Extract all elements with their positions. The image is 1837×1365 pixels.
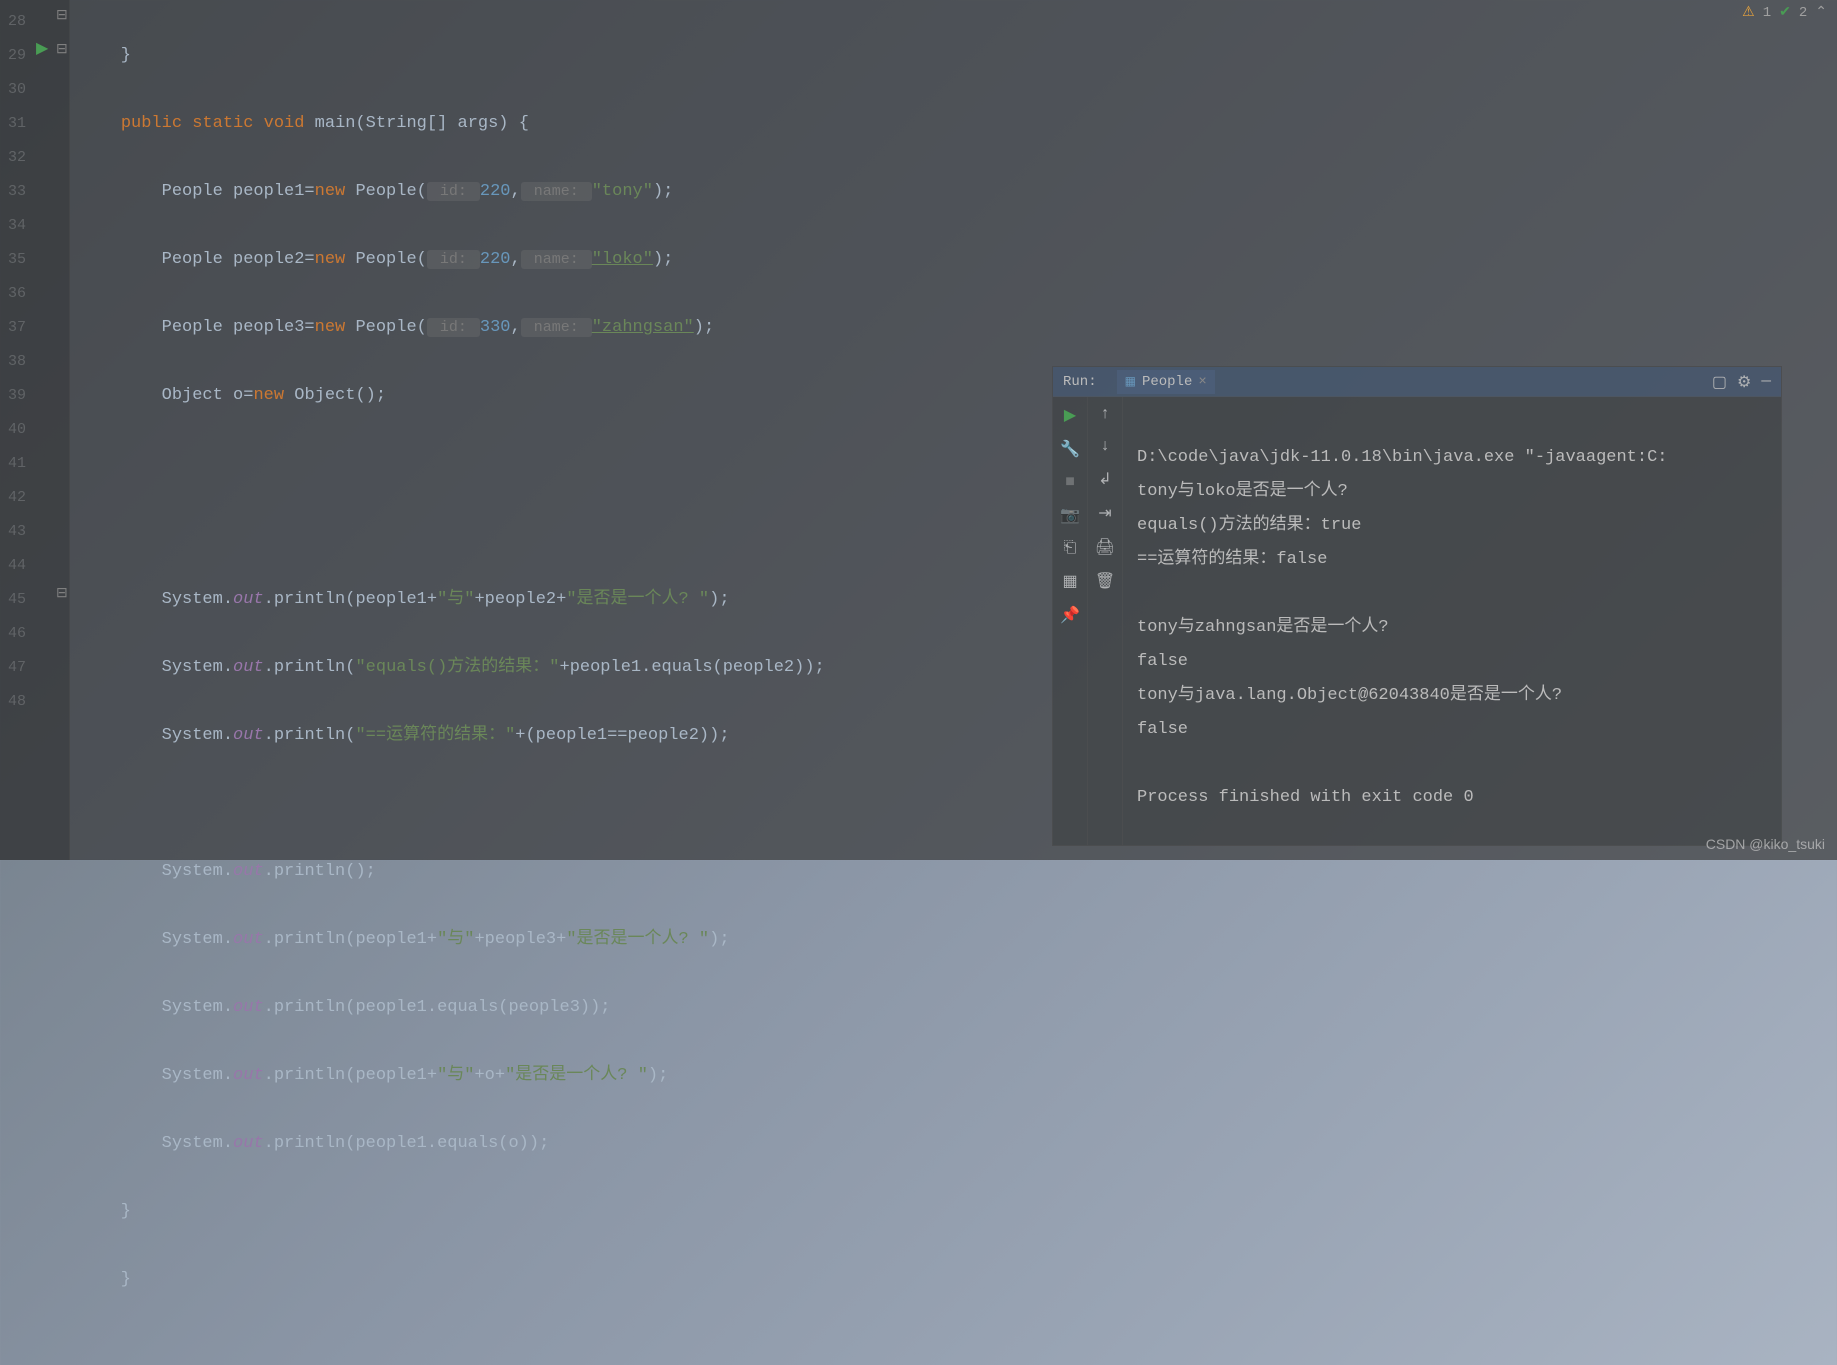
line-number: 30 (0, 73, 30, 107)
typo-count: 2 (1799, 5, 1807, 21)
wrench-icon[interactable]: 🔧 (1060, 439, 1080, 459)
trash-icon[interactable]: 🗑 (1095, 571, 1115, 591)
output-line: tony与java.lang.Object@62043840是否是一个人? (1137, 686, 1562, 705)
code-line (80, 787, 825, 821)
code-line: public static void main(String[] args) { (80, 107, 825, 141)
line-number: 38 (0, 345, 30, 379)
fold-icon[interactable]: ⊟ (56, 41, 68, 58)
stop-icon[interactable]: ■ (1065, 473, 1075, 491)
output-line: false (1137, 720, 1188, 739)
output-line: D:\code\java\jdk-11.0.18\bin\java.exe "-… (1137, 448, 1668, 467)
close-tab-icon[interactable]: × (1198, 374, 1206, 390)
code-line: People people2=new People( id: 220, name… (80, 243, 825, 277)
up-icon[interactable]: ↑ (1100, 405, 1110, 423)
output-line: tony与zahngsan是否是一个人? (1137, 618, 1389, 637)
line-number: 36 (0, 277, 30, 311)
soft-wrap-icon[interactable]: ↲ (1098, 469, 1111, 489)
chevron-up-icon[interactable]: ⌃ (1815, 4, 1827, 21)
code-line: System.out.println(people1+"与"+people2+"… (80, 583, 825, 617)
code-line: } (80, 1263, 825, 1297)
camera-icon[interactable]: 📷 (1060, 505, 1080, 525)
gear-icon[interactable]: ⚙ (1737, 372, 1751, 392)
line-number: 31 (0, 107, 30, 141)
code-line: System.out.println(people1.equals(o)); (80, 1127, 825, 1161)
code-editor[interactable]: } public static void main(String[] args)… (80, 5, 825, 1365)
console-output[interactable]: D:\code\java\jdk-11.0.18\bin\java.exe "-… (1123, 397, 1781, 845)
warning-count: 1 (1763, 5, 1771, 21)
run-panel: Run: ▦ People × ▢ ⚙ — ▶ 🔧 ■ 📷 ⎗ ▦ 📌 (1052, 366, 1782, 846)
run-gutter-icon[interactable]: ▶ (36, 38, 48, 58)
line-number: 34 (0, 209, 30, 243)
typo-icon: ✔ (1779, 4, 1791, 21)
layout-settings-icon[interactable]: ▦ (1062, 571, 1077, 591)
code-line: System.out.println(people1+"与"+people3+"… (80, 923, 825, 957)
line-number: 41 (0, 447, 30, 481)
line-number: 42 (0, 481, 30, 515)
code-line: System.out.println(people1.equals(people… (80, 991, 825, 1025)
line-number: 29 (0, 39, 30, 73)
print-icon[interactable]: 🖨 (1095, 537, 1115, 557)
pin-icon[interactable]: 📌 (1060, 605, 1080, 625)
scroll-end-icon[interactable]: ⇥ (1098, 503, 1111, 523)
line-number: 40 (0, 413, 30, 447)
code-line (80, 515, 825, 549)
line-number: 46 (0, 617, 30, 651)
application-icon: ▦ (1125, 374, 1136, 389)
line-number: 44 (0, 549, 30, 583)
code-line: Object o=new Object(); (80, 379, 825, 413)
code-line: People people1=new People( id: 220, name… (80, 175, 825, 209)
line-number: 39 (0, 379, 30, 413)
code-line: } (80, 39, 825, 73)
run-label: Run: (1063, 374, 1097, 390)
code-line (80, 447, 825, 481)
line-number: 33 (0, 175, 30, 209)
code-line: } (80, 1195, 825, 1229)
minimize-icon[interactable]: — (1761, 372, 1771, 392)
output-line: false (1137, 652, 1188, 671)
run-tab-name: People (1142, 374, 1192, 390)
output-line: Process finished with exit code 0 (1137, 788, 1474, 807)
fold-icon[interactable]: ⊟ (56, 7, 68, 24)
run-body: ▶ 🔧 ■ 📷 ⎗ ▦ 📌 ↑ ↓ ↲ ⇥ 🖨 🗑 D:\code\java\j… (1053, 397, 1781, 845)
warning-icon: ⚠ (1742, 4, 1755, 21)
code-line: System.out.println("equals()方法的结果："+peop… (80, 651, 825, 685)
code-line: System.out.println("==运算符的结果："+(people1=… (80, 719, 825, 753)
line-number: 47 (0, 651, 30, 685)
line-number: 43 (0, 515, 30, 549)
fold-icon[interactable]: ⊟ (56, 585, 68, 602)
line-number: 45 (0, 583, 30, 617)
line-number: 35 (0, 243, 30, 277)
run-tab[interactable]: ▦ People × (1117, 370, 1215, 394)
exit-icon[interactable]: ⎗ (1064, 539, 1077, 557)
inspection-status[interactable]: ⚠ 1 ✔ 2 ⌃ (1742, 4, 1827, 21)
code-line: System.out.println(people1+"与"+o+"是否是一个人… (80, 1059, 825, 1093)
output-line: ==运算符的结果：false (1137, 550, 1327, 569)
rerun-icon[interactable]: ▶ (1064, 405, 1076, 425)
run-toolbar-primary: ▶ 🔧 ■ 📷 ⎗ ▦ 📌 (1053, 397, 1088, 845)
run-header: Run: ▦ People × ▢ ⚙ — (1053, 367, 1781, 397)
code-line: System.out.println(); (80, 855, 825, 889)
layout-icon[interactable]: ▢ (1712, 372, 1727, 392)
watermark: CSDN @kiko_tsuki (1706, 836, 1825, 852)
run-toolbar-secondary: ↑ ↓ ↲ ⇥ 🖨 🗑 (1088, 397, 1123, 845)
gutter: 28 29 30 31 32 33 34 35 36 37 38 39 40 4… (0, 0, 70, 860)
line-numbers: 28 29 30 31 32 33 34 35 36 37 38 39 40 4… (0, 0, 30, 719)
output-line: equals()方法的结果：true (1137, 516, 1361, 535)
code-line: People people3=new People( id: 330, name… (80, 311, 825, 345)
down-icon[interactable]: ↓ (1100, 437, 1110, 455)
line-number: 37 (0, 311, 30, 345)
line-number: 48 (0, 685, 30, 719)
output-line: tony与loko是否是一个人? (1137, 482, 1348, 501)
editor-area: 28 29 30 31 32 33 34 35 36 37 38 39 40 4… (0, 0, 1837, 860)
line-number: 28 (0, 5, 30, 39)
line-number: 32 (0, 141, 30, 175)
